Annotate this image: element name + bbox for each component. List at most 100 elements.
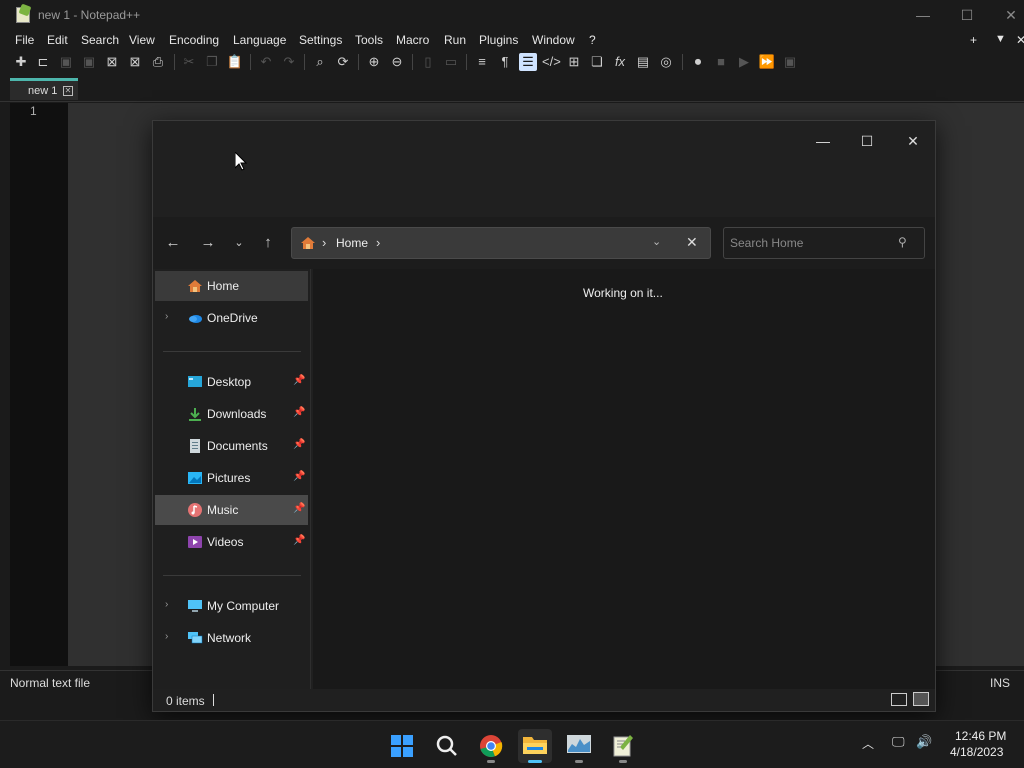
tab-list-button[interactable]: ▼ bbox=[995, 33, 1006, 45]
nav-item-downloads[interactable]: Downloads 📌 bbox=[155, 399, 308, 429]
search-box[interactable]: ⚲ bbox=[723, 227, 925, 259]
breadcrumb-chevron-icon[interactable]: › bbox=[376, 235, 380, 250]
sync-horizontal-icon[interactable]: ▭ bbox=[442, 53, 460, 71]
html-tag-icon[interactable]: </> bbox=[542, 53, 561, 71]
nav-label: Videos bbox=[207, 535, 244, 549]
address-clear-icon[interactable]: ✕ bbox=[686, 234, 698, 251]
maximize-icon[interactable]: ☐ bbox=[952, 4, 982, 26]
folder-workspace-icon[interactable]: ▤ bbox=[634, 53, 652, 71]
taskbar-file-explorer[interactable] bbox=[518, 729, 552, 763]
search-icon[interactable]: ⚲ bbox=[898, 235, 907, 249]
redo-icon[interactable]: ↷ bbox=[280, 53, 298, 71]
menu-plugins[interactable]: Plugins bbox=[479, 33, 518, 47]
sync-vertical-icon[interactable]: ▯ bbox=[419, 53, 437, 71]
save-macro-icon[interactable]: ▣ bbox=[781, 53, 799, 71]
menu-search[interactable]: Search bbox=[81, 33, 119, 47]
nav-item-pictures[interactable]: Pictures 📌 bbox=[155, 463, 308, 493]
downloads-icon bbox=[189, 408, 201, 421]
nav-item-desktop[interactable]: Desktop 📌 bbox=[155, 367, 308, 397]
new-tab-button[interactable]: + bbox=[970, 33, 977, 47]
new-file-icon[interactable]: ✚ bbox=[12, 53, 30, 71]
expand-chevron-icon[interactable]: › bbox=[165, 311, 168, 322]
expand-chevron-icon[interactable]: › bbox=[165, 599, 168, 610]
menu-window[interactable]: Window bbox=[532, 33, 575, 47]
menu-language[interactable]: Language bbox=[233, 33, 286, 47]
nav-item-home[interactable]: Home bbox=[155, 271, 308, 301]
nav-item-music[interactable]: Music 📌 bbox=[155, 495, 308, 525]
up-arrow-icon[interactable]: ↑ bbox=[257, 231, 279, 255]
taskbar-notepad-plus-plus[interactable] bbox=[606, 729, 640, 763]
start-button[interactable] bbox=[385, 729, 419, 763]
nav-item-network[interactable]: › Network bbox=[155, 623, 308, 653]
clock-time[interactable]: 12:46 PM bbox=[955, 729, 1006, 743]
taskbar-chrome[interactable] bbox=[474, 729, 508, 763]
breadcrumb-home[interactable]: Home bbox=[336, 236, 368, 250]
nav-item-onedrive[interactable]: › OneDrive bbox=[155, 303, 308, 333]
monitoring-icon[interactable]: ◎ bbox=[657, 53, 675, 71]
menu-settings[interactable]: Settings bbox=[299, 33, 342, 47]
menu-file[interactable]: File bbox=[15, 33, 34, 47]
address-dropdown-icon[interactable]: ⌄ bbox=[652, 235, 661, 248]
close-all-icon[interactable]: ⊠ bbox=[126, 53, 144, 71]
menu-tools[interactable]: Tools bbox=[355, 33, 383, 47]
save-all-icon[interactable]: ▣ bbox=[80, 53, 98, 71]
copy-icon[interactable]: ❐ bbox=[203, 53, 221, 71]
back-arrow-icon[interactable]: ← bbox=[162, 231, 184, 255]
clock-date[interactable]: 4/18/2023 bbox=[950, 745, 1003, 759]
stop-macro-icon[interactable]: ■ bbox=[712, 53, 730, 71]
taskbar-resource-monitor[interactable] bbox=[562, 729, 596, 763]
explorer-maximize-icon[interactable]: ☐ bbox=[847, 127, 887, 155]
expand-chevron-icon[interactable]: › bbox=[165, 631, 168, 642]
word-wrap-icon[interactable]: ≡ bbox=[473, 53, 491, 71]
save-icon[interactable]: ▣ bbox=[57, 53, 75, 71]
function-list-icon[interactable]: fx bbox=[611, 53, 629, 71]
close-tab-button[interactable]: ✕ bbox=[1016, 33, 1024, 47]
taskbar-search-button[interactable] bbox=[430, 729, 464, 763]
explorer-titlebar[interactable]: — ☐ ✕ bbox=[153, 121, 935, 217]
close-icon[interactable]: ✕ bbox=[996, 4, 1024, 26]
close-file-icon[interactable]: ⊠ bbox=[103, 53, 121, 71]
nav-item-documents[interactable]: Documents 📌 bbox=[155, 431, 308, 461]
item-count: 0 items bbox=[166, 694, 205, 708]
address-bar[interactable]: › Home › ⌄ ✕ bbox=[291, 227, 711, 259]
run-macro-multiple-icon[interactable]: ⏩ bbox=[758, 53, 776, 71]
find-icon[interactable]: ⌕ bbox=[311, 53, 329, 71]
document-map-icon[interactable]: ⊞ bbox=[565, 53, 583, 71]
nav-item-my-computer[interactable]: › My Computer bbox=[155, 591, 308, 621]
open-file-icon[interactable]: ⊏ bbox=[34, 53, 52, 71]
paste-icon[interactable]: 📋 bbox=[226, 53, 244, 71]
zoom-out-icon[interactable]: ⊖ bbox=[388, 53, 406, 71]
menu-edit[interactable]: Edit bbox=[47, 33, 68, 47]
content-pane[interactable]: Working on it... bbox=[313, 269, 935, 689]
cut-icon[interactable]: ✂ bbox=[180, 53, 198, 71]
search-input[interactable] bbox=[730, 234, 890, 252]
menu-encoding[interactable]: Encoding bbox=[169, 33, 219, 47]
play-macro-icon[interactable]: ▶ bbox=[735, 53, 753, 71]
explorer-minimize-icon[interactable]: — bbox=[803, 127, 843, 155]
nav-item-videos[interactable]: Videos 📌 bbox=[155, 527, 308, 557]
menu-run[interactable]: Run bbox=[444, 33, 466, 47]
menu-view[interactable]: View bbox=[129, 33, 155, 47]
show-all-chars-icon[interactable]: ¶ bbox=[496, 53, 514, 71]
replace-icon[interactable]: ⟳ bbox=[334, 53, 352, 71]
indent-guide-icon[interactable]: ☰ bbox=[519, 53, 537, 71]
menu-help[interactable]: ? bbox=[589, 33, 596, 47]
tab-new-1[interactable]: new 1 ✕ bbox=[10, 78, 78, 100]
record-macro-icon[interactable]: ⏺ bbox=[689, 53, 707, 71]
undo-icon[interactable]: ↶ bbox=[257, 53, 275, 71]
minimize-icon[interactable]: — bbox=[908, 4, 938, 26]
explorer-close-icon[interactable]: ✕ bbox=[893, 127, 933, 155]
large-icons-view-icon[interactable] bbox=[913, 692, 929, 706]
print-icon[interactable]: ⎙ bbox=[149, 53, 167, 71]
windows-start-icon bbox=[391, 735, 413, 757]
tab-close-icon[interactable]: ✕ bbox=[63, 86, 73, 96]
zoom-in-icon[interactable]: ⊕ bbox=[365, 53, 383, 71]
details-view-icon[interactable] bbox=[891, 693, 907, 706]
show-hidden-icons-chevron-icon[interactable]: ︿ bbox=[862, 735, 874, 752]
forward-arrow-icon[interactable]: → bbox=[197, 231, 219, 255]
document-list-icon[interactable]: ❏ bbox=[588, 53, 606, 71]
network-tray-icon[interactable]: 🖵 bbox=[892, 734, 905, 750]
volume-tray-icon[interactable]: 🔊 bbox=[916, 734, 932, 750]
menu-macro[interactable]: Macro bbox=[396, 33, 429, 47]
recent-locations-icon[interactable]: ⌄ bbox=[228, 231, 250, 255]
